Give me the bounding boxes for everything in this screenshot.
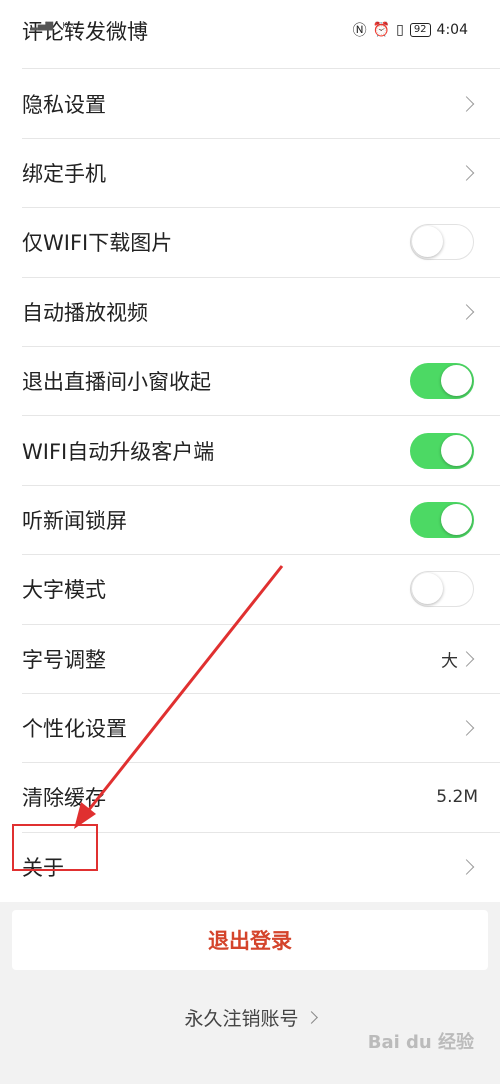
chevron-right-icon: [458, 720, 475, 736]
settings-row-wifi-upgrade: WIFI自动升级客户端: [22, 416, 500, 486]
cache-size-value: 5.2M: [436, 787, 478, 808]
chevron-right-icon: [458, 95, 475, 112]
cancel-account-link[interactable]: 永久注销账号: [0, 1004, 500, 1031]
row-label: 退出直播间小窗收起: [22, 370, 211, 395]
settings-row-privacy[interactable]: 隐私设置: [22, 69, 500, 139]
large-font-toggle[interactable]: [410, 571, 474, 608]
live-window-toggle[interactable]: [410, 363, 474, 400]
settings-list: 评论转发微博 隐私设置 绑定手机 仅WIFI下载图片 自动播放视频 退出直播间小…: [0, 0, 500, 903]
row-label: 仅WIFI下载图片: [22, 231, 173, 256]
row-label: 清除缓存: [22, 786, 106, 811]
settings-row-about[interactable]: 关于: [22, 833, 500, 902]
chevron-right-icon: [458, 859, 475, 876]
settings-row-bind-phone[interactable]: 绑定手机: [22, 139, 500, 209]
row-label: 个性化设置: [22, 717, 127, 742]
chevron-right-icon: [304, 1011, 318, 1024]
font-size-value: 大: [441, 651, 458, 672]
row-label: 关于: [22, 856, 64, 881]
baidu-jingyan-watermark: Bai du 经验: [367, 1032, 474, 1053]
settings-row-large-font: 大字模式: [22, 555, 500, 625]
settings-row-comment-repost[interactable]: 评论转发微博: [22, 0, 500, 70]
logout-button[interactable]: 退出登录: [12, 910, 488, 970]
toggle-knob: [441, 434, 472, 466]
toggle-knob: [412, 573, 443, 605]
settings-row-personalization[interactable]: 个性化设置: [22, 694, 500, 764]
row-label: 绑定手机: [22, 161, 106, 186]
row-label: WIFI自动升级客户端: [22, 439, 215, 464]
toggle-knob: [412, 226, 443, 258]
toggle-knob: [441, 503, 472, 535]
row-label: 字号调整: [22, 647, 106, 672]
row-label: 隐私设置: [22, 92, 106, 117]
settings-row-clear-cache[interactable]: 清除缓存 5.2M: [22, 763, 500, 833]
row-label: 听新闻锁屏: [22, 508, 127, 533]
wifi-images-toggle[interactable]: [410, 224, 474, 261]
chevron-right-icon: [458, 165, 475, 181]
settings-row-wifi-images: 仅WIFI下载图片: [22, 208, 500, 278]
row-label: 评论转发微博: [22, 20, 148, 44]
toggle-knob: [441, 365, 472, 397]
news-lockscreen-toggle[interactable]: [410, 501, 474, 538]
cancel-account-label: 永久注销账号: [184, 1008, 299, 1030]
settings-row-font-size[interactable]: 字号调整 大: [22, 625, 500, 694]
row-label: 自动播放视频: [22, 300, 148, 325]
row-label: 大字模式: [22, 578, 106, 603]
chevron-right-icon: [458, 303, 475, 320]
settings-row-live-window: 退出直播间小窗收起: [22, 347, 500, 417]
settings-row-news-lockscreen: 听新闻锁屏: [22, 486, 500, 556]
wifi-upgrade-toggle[interactable]: [410, 432, 474, 469]
chevron-right-icon: [458, 650, 475, 667]
settings-row-autoplay-video[interactable]: 自动播放视频: [22, 278, 500, 347]
